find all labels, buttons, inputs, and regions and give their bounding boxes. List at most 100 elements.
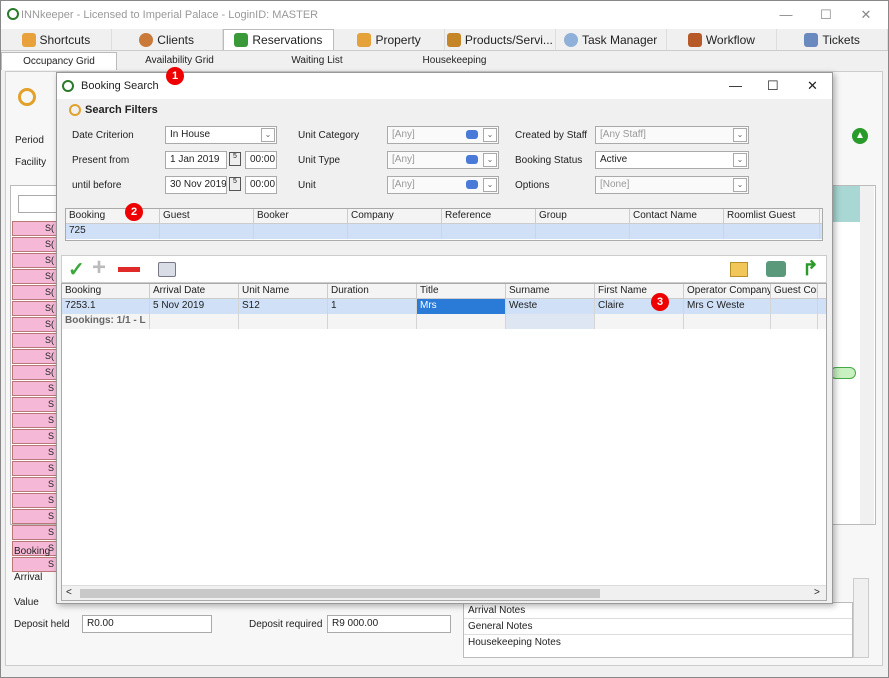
- minimize-icon[interactable]: —: [771, 5, 801, 25]
- subtab-housekeeping[interactable]: Housekeeping: [392, 52, 517, 70]
- occupancy-cell[interactable]: S(: [12, 285, 57, 300]
- column-header[interactable]: Booking: [66, 209, 160, 223]
- booker-filter-input[interactable]: [254, 224, 348, 239]
- refresh-icon[interactable]: ▲: [852, 128, 868, 144]
- scrollbar-thumb[interactable]: [80, 589, 600, 598]
- table-cell[interactable]: [771, 299, 818, 314]
- printer-icon[interactable]: [158, 262, 176, 277]
- column-header[interactable]: Arrival Date: [150, 284, 239, 298]
- occupancy-cell[interactable]: S: [12, 509, 57, 524]
- column-header[interactable]: Title: [417, 284, 506, 298]
- subtab-occupancy-grid[interactable]: Occupancy Grid: [1, 52, 117, 70]
- column-header[interactable]: Company: [348, 209, 442, 223]
- table-cell[interactable]: Mrs: [417, 299, 506, 314]
- date-criterion-select[interactable]: In House ⌄: [165, 126, 277, 144]
- occupancy-cell[interactable]: S: [12, 525, 57, 540]
- table-cell[interactable]: 5 Nov 2019: [150, 299, 239, 314]
- deposit-required-field[interactable]: R9 000.00: [327, 615, 451, 633]
- scroll-left-icon[interactable]: <: [66, 587, 72, 598]
- tab-clients[interactable]: Clients: [112, 29, 223, 50]
- eraser-icon[interactable]: [466, 180, 478, 189]
- company-filter-input[interactable]: [348, 224, 442, 239]
- check-icon[interactable]: ✓: [68, 257, 85, 282]
- occupancy-cell[interactable]: S: [12, 477, 57, 492]
- group-filter-input[interactable]: [536, 224, 630, 239]
- chevron-down-icon[interactable]: ⌄: [483, 178, 497, 192]
- unit-category-select[interactable]: [Any] ⌄: [387, 126, 499, 144]
- deposit-held-field[interactable]: R0.00: [82, 615, 212, 633]
- occupancy-cell[interactable]: S: [12, 445, 57, 460]
- occupancy-cell[interactable]: S(: [12, 221, 57, 236]
- forward-arrow-icon[interactable]: ↱: [802, 256, 819, 281]
- chevron-down-icon[interactable]: ⌄: [483, 128, 497, 142]
- scroll-right-icon[interactable]: >: [814, 587, 820, 598]
- chevron-down-icon[interactable]: ⌄: [483, 153, 497, 167]
- present-from-date[interactable]: 1 Jan 2019: [165, 151, 227, 169]
- tab-reservations[interactable]: Reservations: [222, 29, 335, 50]
- remove-icon[interactable]: [118, 267, 140, 272]
- options-select[interactable]: [None] ⌄: [595, 176, 749, 194]
- column-header[interactable]: Reference: [442, 209, 536, 223]
- notes-scrollbar[interactable]: [853, 578, 869, 658]
- occupancy-cell[interactable]: S: [12, 381, 57, 396]
- column-header[interactable]: Booker: [254, 209, 348, 223]
- guest-filter-input[interactable]: [160, 224, 254, 239]
- occupancy-cell[interactable]: S(: [12, 317, 57, 332]
- chevron-down-icon[interactable]: ⌄: [733, 128, 747, 142]
- eraser-icon[interactable]: [466, 155, 478, 164]
- calendar-icon[interactable]: 5: [229, 152, 241, 166]
- export-icon[interactable]: [730, 262, 748, 277]
- column-header[interactable]: Surname: [506, 284, 595, 298]
- occupancy-cell[interactable]: S: [12, 429, 57, 444]
- column-header[interactable]: Booking: [62, 284, 150, 298]
- table-cell[interactable]: Weste: [506, 299, 595, 314]
- column-header[interactable]: Operator Company: [684, 284, 771, 298]
- column-header[interactable]: Roomlist Guest: [724, 209, 820, 223]
- booking-filter-input[interactable]: 725: [66, 224, 160, 239]
- occupancy-cell[interactable]: S(: [12, 237, 57, 252]
- column-header[interactable]: Unit Name: [239, 284, 328, 298]
- horizontal-scrollbar[interactable]: < >: [62, 585, 826, 600]
- tab-shortcuts[interactable]: Shortcuts: [1, 29, 112, 50]
- eraser-icon[interactable]: [466, 130, 478, 139]
- scrollbar-right[interactable]: [860, 186, 874, 524]
- column-header[interactable]: Contact Name: [630, 209, 724, 223]
- occupancy-cell[interactable]: S(: [12, 365, 57, 380]
- occupancy-cell[interactable]: S(: [12, 301, 57, 316]
- occupancy-cell[interactable]: S(: [12, 269, 57, 284]
- dialog-close-icon[interactable]: ✕: [807, 78, 818, 94]
- close-icon[interactable]: ✕: [851, 5, 881, 25]
- table-cell[interactable]: 7253.1: [62, 299, 150, 314]
- tab-property[interactable]: Property: [334, 29, 445, 50]
- list-item[interactable]: Arrival Notes: [464, 603, 852, 619]
- occupancy-cell[interactable]: S: [12, 397, 57, 412]
- chevron-down-icon[interactable]: ⌄: [733, 153, 747, 167]
- column-header[interactable]: Duration: [328, 284, 417, 298]
- contact-name-filter-input[interactable]: [630, 224, 724, 239]
- list-item[interactable]: Housekeeping Notes: [464, 635, 852, 647]
- column-header[interactable]: Group: [536, 209, 630, 223]
- tab-task-manager[interactable]: Task Manager: [556, 29, 667, 50]
- unit-select[interactable]: [Any] ⌄: [387, 176, 499, 194]
- occupancy-cell[interactable]: S: [12, 461, 57, 476]
- list-item[interactable]: General Notes: [464, 619, 852, 635]
- table-cell[interactable]: S12: [239, 299, 328, 314]
- until-before-date[interactable]: 30 Nov 2019: [165, 176, 227, 194]
- column-header[interactable]: First Name: [595, 284, 684, 298]
- occupancy-cell[interactable]: S(: [12, 349, 57, 364]
- table-cell[interactable]: 1: [328, 299, 417, 314]
- column-header[interactable]: Guest Com: [771, 284, 818, 298]
- tab-products[interactable]: Products/Servi...: [445, 29, 556, 50]
- occupancy-cell[interactable]: S: [12, 557, 57, 572]
- occupancy-cell[interactable]: S(: [12, 333, 57, 348]
- subtab-waiting-list[interactable]: Waiting List: [242, 52, 392, 70]
- occupancy-cell[interactable]: S(: [12, 253, 57, 268]
- search-magnifier-icon[interactable]: [18, 88, 36, 106]
- present-from-time[interactable]: 00:00: [245, 151, 277, 169]
- until-before-time[interactable]: 00:00: [245, 176, 277, 194]
- tab-tickets[interactable]: Tickets: [777, 29, 888, 50]
- table-cell[interactable]: Claire: [595, 299, 684, 314]
- table-cell[interactable]: Mrs C Weste: [684, 299, 771, 314]
- maximize-icon[interactable]: ☐: [811, 5, 841, 25]
- green-booking-bar[interactable]: [830, 367, 856, 379]
